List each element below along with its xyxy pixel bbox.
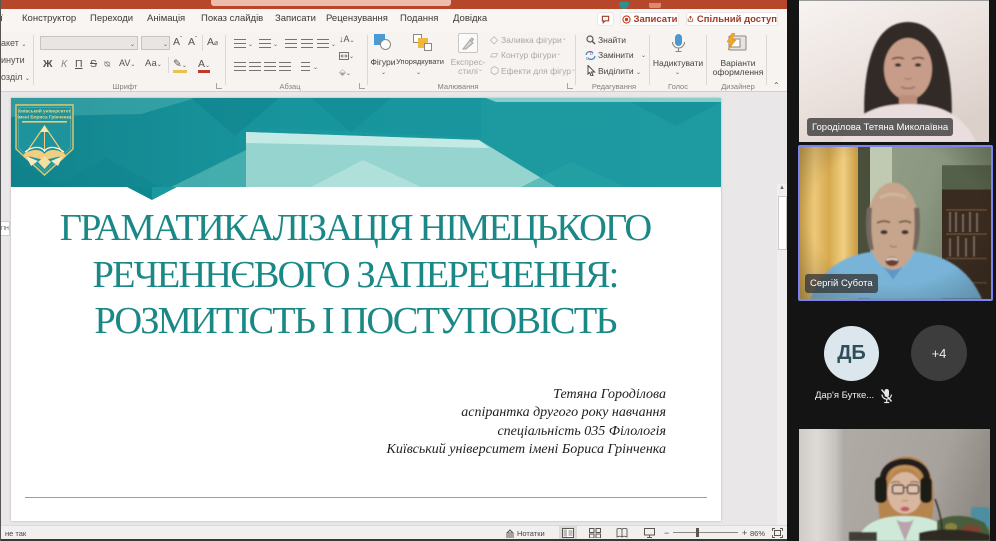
svg-text:Київський університет: Київський університет xyxy=(18,108,71,114)
svg-text:імені Бориса Грінченка: імені Бориса Грінченка xyxy=(18,115,72,120)
svg-text:b: b xyxy=(590,51,593,57)
